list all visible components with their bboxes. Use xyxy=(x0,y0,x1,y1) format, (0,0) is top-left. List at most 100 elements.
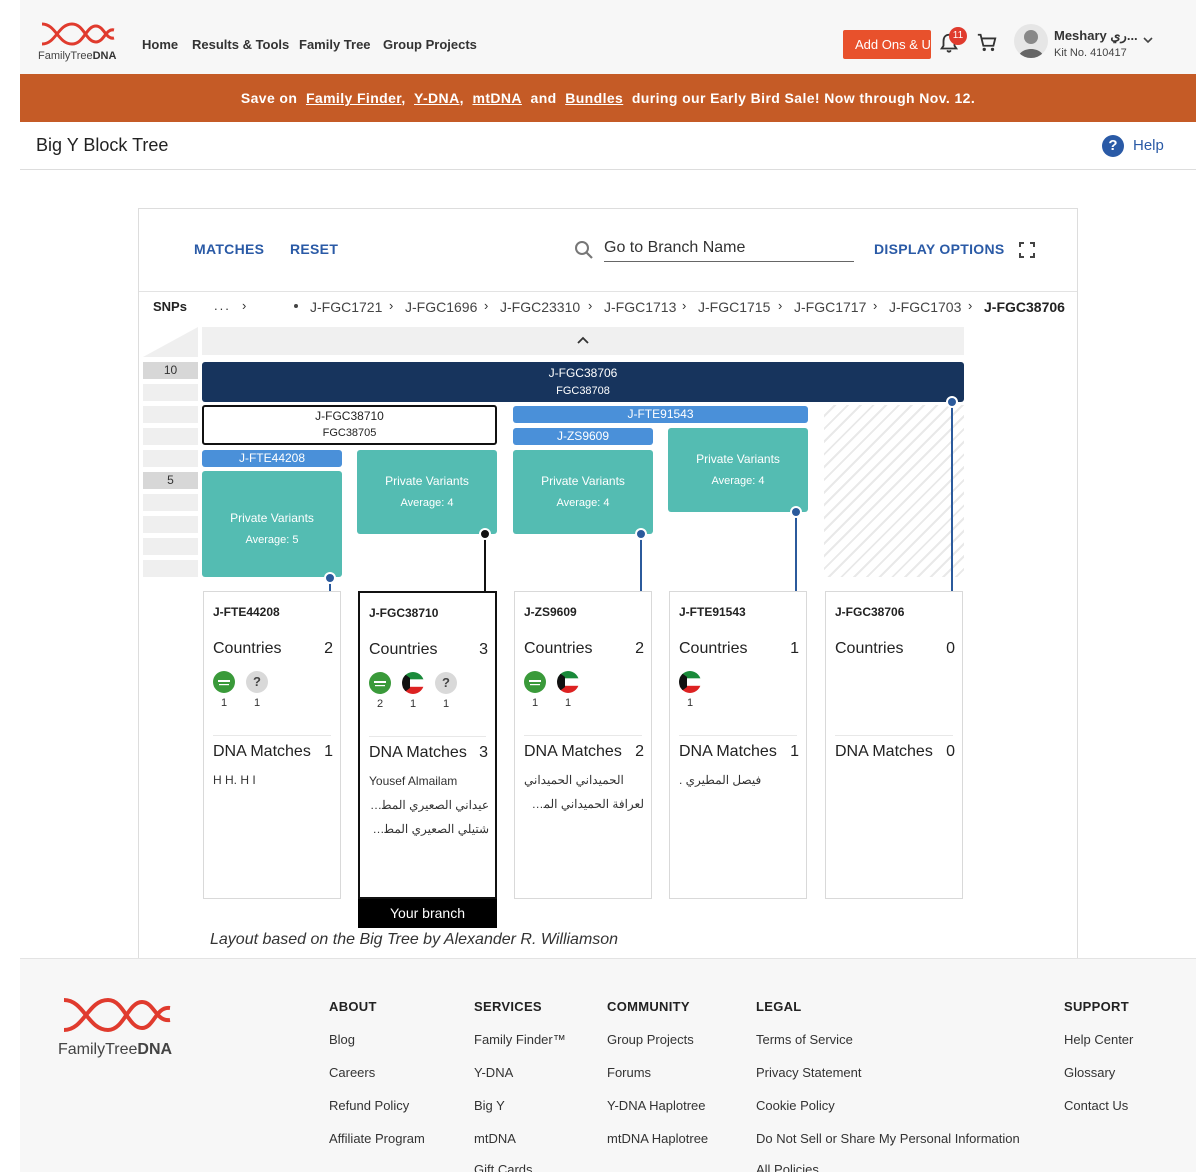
breadcrumb-item[interactable]: J-FGC23310 xyxy=(500,299,580,315)
scale-cell xyxy=(143,494,198,511)
branch-search-input[interactable] xyxy=(604,234,854,262)
footer-link-careers[interactable]: Careers xyxy=(329,1065,375,1080)
breadcrumb-item[interactable]: J-FGC1721 xyxy=(310,299,382,315)
help-link[interactable]: Help xyxy=(1133,137,1164,154)
branch-card-j-zs9609[interactable]: J-ZS9609 Countries 2 1 1 DNA Matches 2 ا… xyxy=(514,591,652,899)
dna-matches-label: DNA Matches xyxy=(679,743,777,760)
match-name[interactable]: فيصل المطيري . xyxy=(679,773,799,787)
footer-logo[interactable]: FamilyTreeDNA xyxy=(58,994,188,1064)
block-j-fte91543[interactable]: J-FTE91543 xyxy=(513,406,808,423)
breadcrumb-item[interactable]: J-FGC1696 xyxy=(405,299,477,315)
flag-count: 1 xyxy=(409,698,417,710)
breadcrumb-ellipsis[interactable]: ... xyxy=(214,298,231,313)
footer-link-forums[interactable]: Forums xyxy=(607,1065,651,1080)
footer-link-help-center[interactable]: Help Center xyxy=(1064,1032,1133,1047)
unknown-country-icon[interactable]: ? xyxy=(435,672,457,694)
saudi-arabia-flag-icon[interactable] xyxy=(213,671,235,693)
familytreedna-logo[interactable]: FamilyTreeDNA xyxy=(38,20,128,66)
match-name[interactable]: شتيلي الصعيري المطيري . xyxy=(369,822,489,836)
branch-node[interactable] xyxy=(790,506,802,518)
saudi-arabia-flag-icon[interactable] xyxy=(524,671,546,693)
avatar[interactable] xyxy=(1014,24,1048,58)
branch-card-j-fte91543[interactable]: J-FTE91543 Countries 1 1 DNA Matches 1 ف… xyxy=(669,591,807,899)
banner-link-bundles[interactable]: Bundles xyxy=(565,90,623,106)
footer-link-affiliate-program[interactable]: Affiliate Program xyxy=(329,1131,425,1146)
countries-count: 2 xyxy=(635,640,644,657)
block-j-fte44208[interactable]: J-FTE44208 xyxy=(202,450,342,467)
scale-cell xyxy=(143,428,198,445)
branch-node[interactable] xyxy=(324,572,336,584)
divider xyxy=(139,291,1077,292)
branch-card-j-fgc38706[interactable]: J-FGC38706 Countries 0 DNA Matches 0 xyxy=(825,591,963,899)
kuwait-flag-icon[interactable] xyxy=(402,672,424,694)
nav-group-projects[interactable]: Group Projects xyxy=(383,37,477,52)
footer-link-family-finder[interactable]: Family Finder™ xyxy=(474,1032,566,1047)
banner-link-family-finder[interactable]: Family Finder xyxy=(306,90,401,106)
kuwait-flag-icon[interactable] xyxy=(679,671,701,693)
unknown-country-icon[interactable]: ? xyxy=(246,671,268,693)
fullscreen-icon[interactable] xyxy=(1019,242,1035,258)
countries-label: Countries xyxy=(524,640,593,657)
cart-icon[interactable] xyxy=(976,32,998,54)
footer-link-y-dna[interactable]: Y-DNA xyxy=(474,1065,513,1080)
branch-node[interactable] xyxy=(946,396,958,408)
breadcrumb-item[interactable]: J-FGC1713 xyxy=(604,299,676,315)
banner-text: Save on xyxy=(240,90,298,106)
footer-link-big-y[interactable]: Big Y xyxy=(474,1098,505,1113)
chevron-up-icon[interactable] xyxy=(576,334,590,348)
breadcrumb-item[interactable]: J-FGC1715 xyxy=(698,299,770,315)
private-variants-block[interactable]: Private Variants Average: 4 xyxy=(357,450,497,534)
banner-link-y-dna[interactable]: Y-DNA xyxy=(414,90,460,106)
countries-count: 1 xyxy=(790,640,799,657)
user-name[interactable]: Meshary ري... xyxy=(1054,28,1138,44)
match-name[interactable]: عيداني الصعيري المطيري . xyxy=(369,798,489,812)
footer-link-y-dna-haplotree[interactable]: Y-DNA Haplotree xyxy=(607,1098,706,1113)
kuwait-flag-icon[interactable] xyxy=(557,671,579,693)
dna-helix-icon xyxy=(63,997,171,1033)
nav-family-tree[interactable]: Family Tree xyxy=(299,37,371,52)
nav-home[interactable]: Home xyxy=(142,37,178,52)
block-root-j-fgc38706[interactable]: J-FGC38706 FGC38708 xyxy=(202,362,964,402)
private-variants-block[interactable]: Private Variants Average: 4 xyxy=(513,450,653,534)
matches-button[interactable]: MATCHES xyxy=(194,241,264,257)
footer-link-gift-cards[interactable]: Gift Cards xyxy=(474,1162,533,1172)
footer-link-group-projects[interactable]: Group Projects xyxy=(607,1032,694,1047)
reset-button[interactable]: RESET xyxy=(290,241,338,257)
footer-link-glossary[interactable]: Glossary xyxy=(1064,1065,1115,1080)
match-name[interactable]: لعرافة الحميداني المطيري . xyxy=(524,797,644,811)
breadcrumb-item[interactable]: J-FGC1717 xyxy=(794,299,866,315)
nav-results-tools[interactable]: Results & Tools xyxy=(192,37,289,52)
saudi-arabia-flag-icon[interactable] xyxy=(369,672,391,694)
branch-node[interactable] xyxy=(479,528,491,540)
match-name[interactable]: H H. H I xyxy=(213,773,333,787)
help-icon[interactable]: ? xyxy=(1102,135,1124,157)
footer-link-privacy[interactable]: Privacy Statement xyxy=(756,1065,862,1080)
branch-node[interactable] xyxy=(635,528,647,540)
footer-link-all-policies[interactable]: All Policies xyxy=(756,1162,819,1172)
footer-link-cookie-policy[interactable]: Cookie Policy xyxy=(756,1098,835,1113)
chevron-down-icon[interactable] xyxy=(1142,34,1154,46)
footer-link-do-not-sell[interactable]: Do Not Sell or Share My Personal Informa… xyxy=(756,1131,1020,1146)
logo-text-bold: DNA xyxy=(137,1041,173,1058)
display-options-button[interactable]: DISPLAY OPTIONS xyxy=(874,241,1005,257)
scale-wedge xyxy=(143,327,198,357)
private-variants-block[interactable]: Private Variants Average: 5 xyxy=(202,471,342,577)
footer-link-terms[interactable]: Terms of Service xyxy=(756,1032,853,1047)
branch-card-j-fte44208[interactable]: J-FTE44208 Countries 2 ? 1 1 DNA Matches… xyxy=(203,591,341,899)
match-name[interactable]: الحميداني الحميداني xyxy=(524,773,644,787)
block-j-fgc38710[interactable]: J-FGC38710 FGC38705 xyxy=(202,405,497,445)
card-title: J-FGC38706 xyxy=(835,605,905,619)
breadcrumb-item[interactable]: J-FGC1703 xyxy=(889,299,961,315)
add-ons-upgrades-button[interactable]: Add Ons & Upgrades xyxy=(843,30,931,59)
footer-link-mtdna[interactable]: mtDNA xyxy=(474,1131,516,1146)
footer-link-contact-us[interactable]: Contact Us xyxy=(1064,1098,1128,1113)
card-title: J-FTE91543 xyxy=(679,605,746,619)
footer-link-refund-policy[interactable]: Refund Policy xyxy=(329,1098,409,1113)
footer-link-mtdna-haplotree[interactable]: mtDNA Haplotree xyxy=(607,1131,708,1146)
private-variants-block[interactable]: Private Variants Average: 4 xyxy=(668,428,808,512)
banner-link-mtdna[interactable]: mtDNA xyxy=(472,90,521,106)
footer-link-blog[interactable]: Blog xyxy=(329,1032,355,1047)
block-j-zs9609[interactable]: J-ZS9609 xyxy=(513,428,653,445)
match-name[interactable]: Yousef Almailam xyxy=(369,774,489,788)
branch-card-j-fgc38710[interactable]: J-FGC38710 Countries 3 ? 2 1 1 DNA Match… xyxy=(358,591,497,899)
